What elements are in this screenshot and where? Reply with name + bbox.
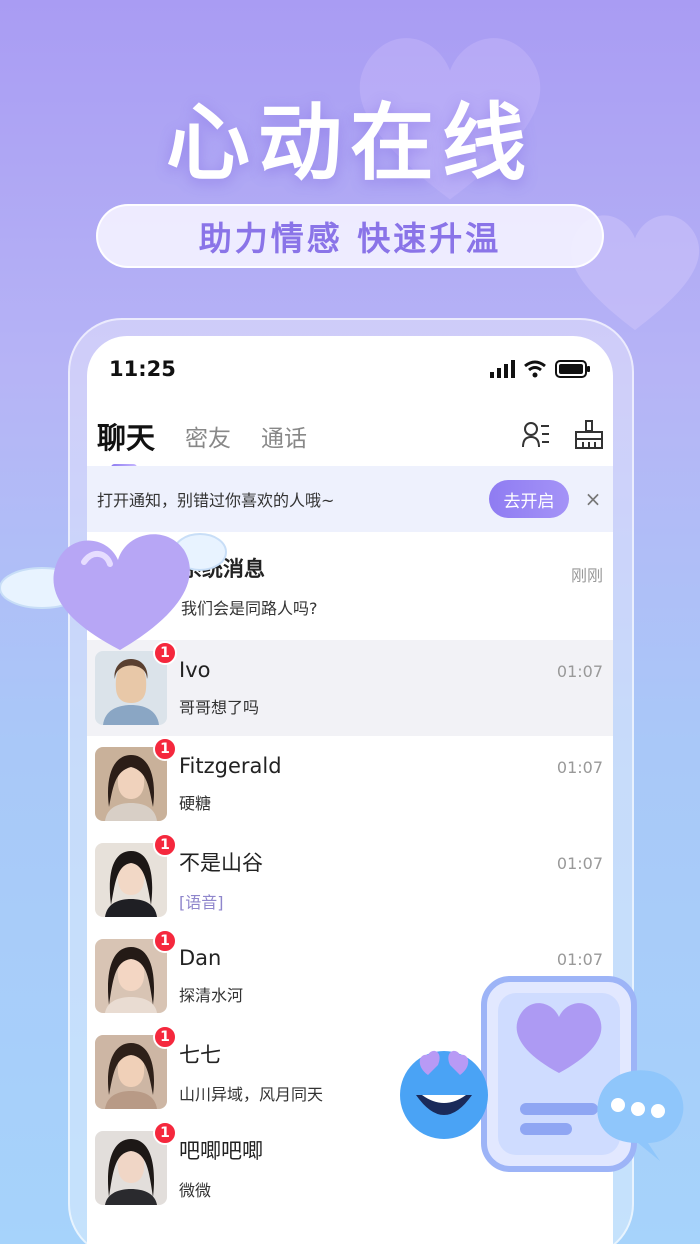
system-message-title: 系统消息 xyxy=(181,557,265,581)
chat-name: Fitzgerald xyxy=(179,754,282,778)
avatar[interactable]: 1 xyxy=(95,641,177,725)
unread-badge: 1 xyxy=(153,1025,177,1049)
tab-close-friends[interactable]: 密友 xyxy=(185,419,231,453)
unread-badge: 1 xyxy=(153,833,177,857)
chat-name: Dan xyxy=(179,946,222,970)
winged-heart-icon xyxy=(0,533,227,650)
avatar[interactable]: 1 xyxy=(95,929,177,1013)
unread-badge: 1 xyxy=(153,1121,177,1145)
avatar[interactable]: 1 xyxy=(95,737,177,821)
tab-chat[interactable]: 聊天 xyxy=(97,415,156,471)
phone-heart-decoration-icon xyxy=(400,976,684,1172)
chat-time: 01:07 xyxy=(556,662,603,681)
chat-message-preview: 微微 xyxy=(179,1181,212,1200)
system-message-time: 刚刚 xyxy=(570,566,603,585)
chat-name: 不是山谷 xyxy=(179,851,263,875)
status-icons xyxy=(489,360,591,378)
wifi-icon xyxy=(524,360,546,378)
avatar[interactable]: 1 xyxy=(95,1121,177,1205)
system-message-preview: 我们会是同路人吗? xyxy=(181,599,318,618)
broom-icon[interactable] xyxy=(573,420,605,450)
chat-time: 01:07 xyxy=(556,854,603,873)
notification-text: 打开通知，别错过你喜欢的人哦~ xyxy=(97,491,335,510)
tab-bar: 聊天 密友 通话 xyxy=(87,406,613,471)
chat-message-preview: 硬糖 xyxy=(179,794,212,813)
enable-notifications-button[interactable]: 去开启 xyxy=(489,480,569,518)
avatar[interactable]: 1 xyxy=(95,833,177,917)
avatar[interactable]: 1 xyxy=(95,1025,177,1109)
chat-message-preview: [语音] xyxy=(179,893,224,912)
unread-badge: 1 xyxy=(153,737,177,761)
promo-tagline: 助力情感 快速升温 xyxy=(96,204,604,268)
tab-chat-label: 聊天 xyxy=(97,421,156,455)
tab-calls[interactable]: 通话 xyxy=(261,419,307,453)
status-bar: 11:25 xyxy=(87,336,613,402)
unread-badge: 1 xyxy=(153,929,177,953)
close-icon[interactable]: × xyxy=(583,487,603,511)
chat-time: 01:07 xyxy=(556,950,603,969)
chat-row[interactable]: 1 Fitzgerald 硬糖 01:07 xyxy=(87,736,613,832)
contacts-icon[interactable] xyxy=(521,420,551,450)
chat-name: Ivo xyxy=(179,658,211,682)
chat-time: 01:07 xyxy=(556,758,603,777)
chat-message-preview: 哥哥想了吗 xyxy=(179,698,260,717)
signal-icon xyxy=(490,360,515,378)
promo-headline: 心动在线 xyxy=(165,94,534,192)
status-time: 11:25 xyxy=(109,357,176,381)
tab-tools xyxy=(521,420,605,450)
chat-row[interactable]: 1 不是山谷 [语音] 01:07 xyxy=(87,832,613,928)
battery-icon xyxy=(555,360,590,378)
